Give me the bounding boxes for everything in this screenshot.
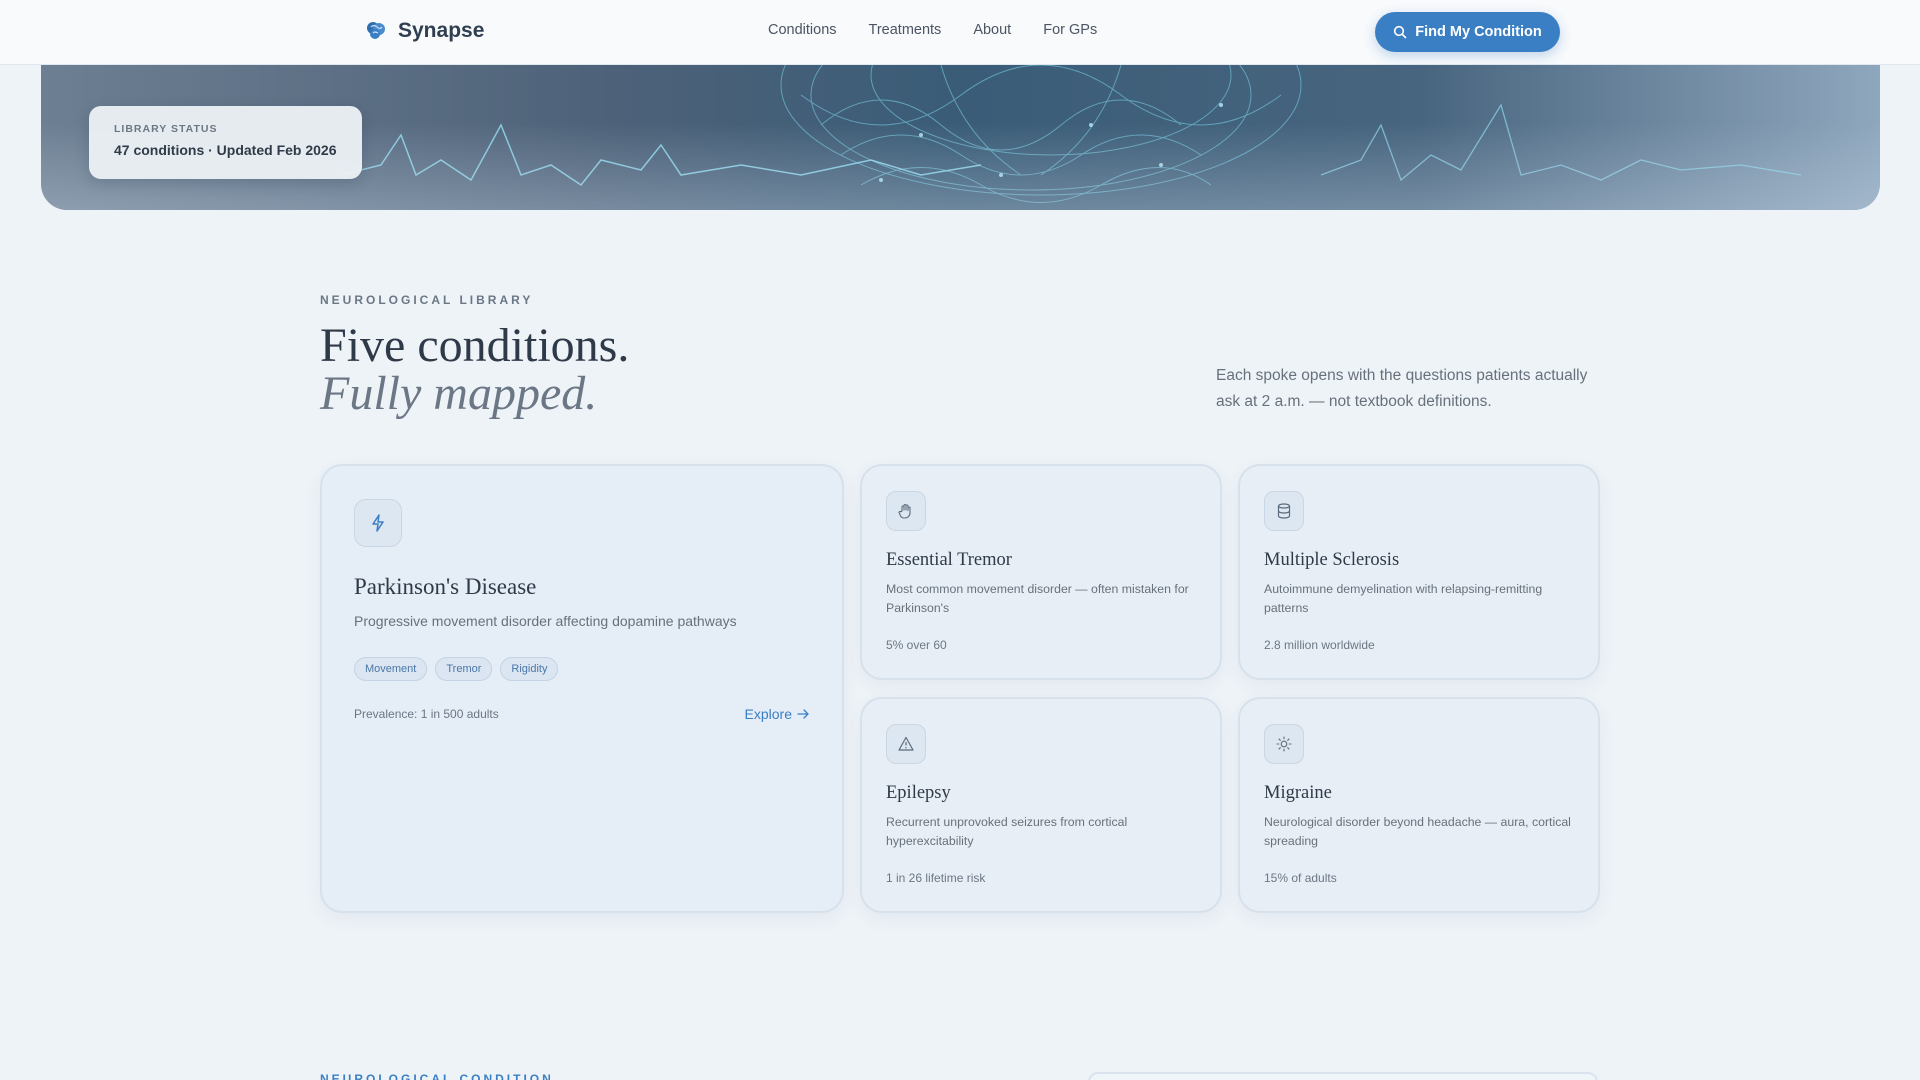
- card-stat: 2.8 million worldwide: [1264, 638, 1375, 652]
- nav-link-conditions[interactable]: Conditions: [768, 22, 837, 38]
- card-title: Multiple Sclerosis: [1264, 550, 1400, 570]
- library-status-value: 47 conditions · Updated Feb 2026: [114, 142, 337, 158]
- tag-list: Movement Tremor Rigidity: [354, 657, 559, 681]
- condition-card-epilepsy[interactable]: Epilepsy Recurrent unprovoked seizures f…: [860, 697, 1222, 913]
- card-title: Essential Tremor: [886, 550, 1012, 570]
- condition-card-parkinsons[interactable]: Parkinson's Disease Progressive movement…: [320, 464, 844, 913]
- warning-triangle-icon: [886, 724, 926, 764]
- next-section-eyebrow: NEUROLOGICAL CONDITION: [320, 1072, 554, 1080]
- tag-rigidity[interactable]: Rigidity: [500, 657, 559, 681]
- tag-movement[interactable]: Movement: [354, 657, 428, 681]
- condition-card-migraine[interactable]: Migraine Neurological disorder beyond he…: [1238, 697, 1600, 913]
- card-title: Epilepsy: [886, 783, 951, 803]
- find-my-condition-button[interactable]: Find My Condition: [1375, 12, 1560, 52]
- section-intro: Each spoke opens with the questions pati…: [1216, 367, 1588, 410]
- card-description: Progressive movement disorder affecting …: [354, 613, 737, 629]
- main-nav: Conditions Treatments About For GPs: [768, 22, 1097, 38]
- card-description: Autoimmune demyelination with relapsing-…: [1264, 582, 1543, 615]
- explore-link[interactable]: Explore: [745, 706, 810, 722]
- card-description: Most common movement disorder — often mi…: [886, 582, 1189, 615]
- card-title: Parkinson's Disease: [354, 574, 537, 599]
- card-stat: Prevalence: 1 in 500 adults: [354, 707, 499, 721]
- card-stat: 1 in 26 lifetime risk: [886, 871, 986, 885]
- brand-name: Synapse: [398, 19, 485, 42]
- database-icon: [1264, 491, 1304, 531]
- lightning-icon: [354, 499, 402, 547]
- tag-tremor[interactable]: Tremor: [435, 657, 493, 681]
- nav-link-about[interactable]: About: [973, 22, 1011, 38]
- card-description: Neurological disorder beyond headache — …: [1264, 815, 1571, 848]
- explore-label: Explore: [744, 706, 792, 722]
- card-stat: 5% over 60: [886, 638, 947, 652]
- brain-icon: [367, 22, 385, 39]
- card-title: Migraine: [1264, 783, 1332, 803]
- library-status-label: LIBRARY STATUS: [114, 123, 218, 135]
- condition-card-multiple-sclerosis[interactable]: Multiple Sclerosis Autoimmune demyelinat…: [1238, 464, 1600, 680]
- section-title: Five conditions.: [320, 319, 630, 372]
- brand-logo[interactable]: Synapse: [364, 19, 484, 43]
- top-nav: Synapse Conditions Treatments About For …: [0, 0, 1920, 65]
- condition-card-essential-tremor[interactable]: Essential Tremor Most common movement di…: [860, 464, 1222, 680]
- hand-icon: [886, 491, 926, 531]
- search-icon: [1394, 25, 1407, 39]
- nav-link-treatments[interactable]: Treatments: [869, 22, 942, 38]
- section-eyebrow: NEUROLOGICAL LIBRARY: [320, 293, 534, 307]
- section-title-italic: Fully mapped.: [320, 367, 598, 420]
- sun-icon: [1264, 724, 1304, 764]
- arrow-right-icon: [797, 709, 809, 719]
- library-status-card: LIBRARY STATUS 47 conditions · Updated F…: [89, 106, 362, 179]
- nav-link-for-gps[interactable]: For GPs: [1043, 22, 1097, 38]
- card-description: Recurrent unprovoked seizures from corti…: [886, 815, 1128, 848]
- find-my-condition-label: Find My Condition: [1415, 24, 1542, 40]
- next-section-panel: [1088, 1072, 1598, 1080]
- card-stat: 15% of adults: [1264, 871, 1337, 885]
